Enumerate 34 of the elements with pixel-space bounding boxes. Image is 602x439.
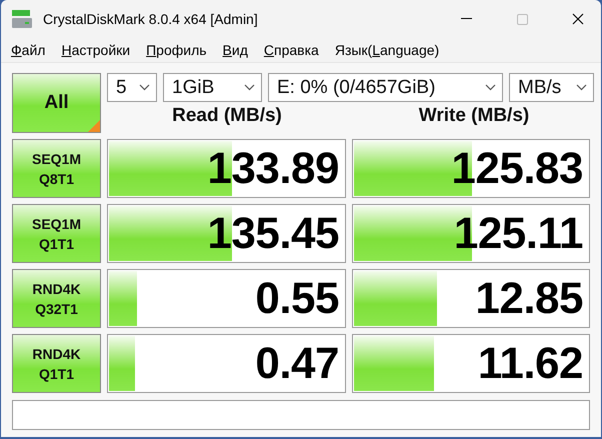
menu-item[interactable]: Профиль: [138, 40, 215, 60]
dropdown[interactable]: 5: [107, 73, 157, 102]
menu-item[interactable]: Вид: [214, 40, 256, 60]
window-title: CrystalDiskMark 8.0.4 x64 [Admin]: [43, 11, 259, 27]
result-value: 0.55: [255, 274, 340, 324]
minimize-icon[interactable]: [460, 18, 472, 20]
chevron-down-icon: [576, 84, 587, 91]
result-value: 133.89: [207, 144, 340, 194]
dropdown[interactable]: 1GiB: [163, 73, 262, 102]
test-button[interactable]: RND4K Q1T1: [12, 334, 101, 393]
column-header: Read (MB/s): [171, 104, 283, 126]
disk-icon: [11, 9, 33, 29]
all-button[interactable]: All: [12, 73, 101, 133]
chevron-down-icon: [244, 84, 255, 91]
dropdown[interactable]: E: 0% (0/4657GiB): [268, 73, 503, 102]
corner-mark-icon: [88, 120, 100, 132]
close-icon[interactable]: [572, 13, 584, 25]
test-button[interactable]: SEQ1M Q1T1: [12, 204, 101, 263]
menu-item[interactable]: Справка: [256, 40, 327, 60]
test-button[interactable]: SEQ1M Q8T1: [12, 139, 101, 198]
chevron-down-icon: [485, 84, 496, 91]
chevron-down-icon: [139, 84, 150, 91]
column-header: Write (MB/s): [418, 104, 530, 126]
test-button[interactable]: RND4K Q32T1: [12, 269, 101, 328]
menu-item[interactable]: Файл: [3, 40, 54, 60]
result-value: 125.83: [451, 144, 584, 194]
result-value: 125.11: [454, 208, 584, 258]
dropdown[interactable]: MB/s: [509, 73, 594, 102]
menu-item[interactable]: Настройки: [53, 40, 138, 60]
result-value: 12.85: [475, 274, 584, 324]
result-value: 11.62: [478, 338, 584, 388]
result-value: 0.47: [255, 338, 340, 388]
menu-item[interactable]: Язык(Language): [326, 40, 448, 60]
result-value: 135.45: [207, 208, 340, 258]
